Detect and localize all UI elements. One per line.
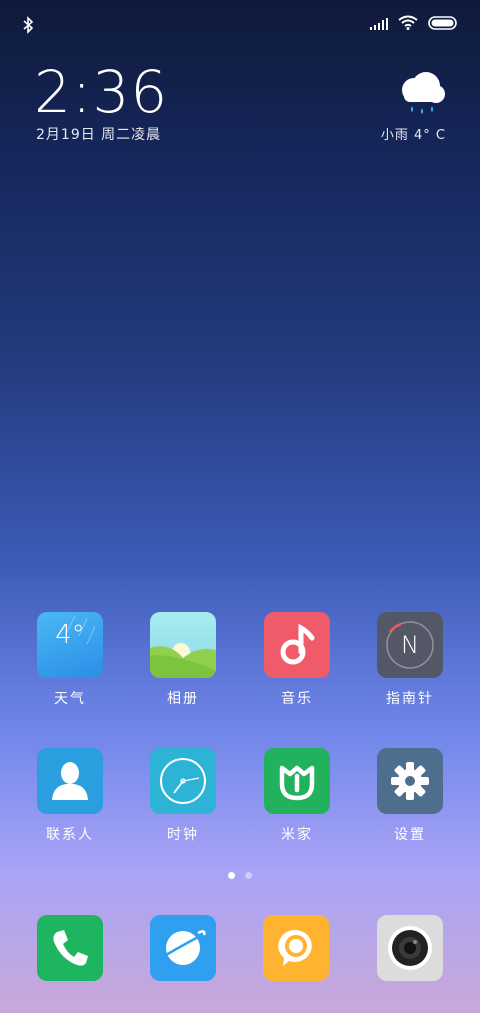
dock-messages[interactable] xyxy=(263,915,329,981)
app-label: 音乐 xyxy=(281,691,313,707)
page-dot-1[interactable] xyxy=(228,872,235,879)
contacts-app-icon xyxy=(37,748,103,814)
weather-widget[interactable] xyxy=(392,68,448,122)
app-label: 相册 xyxy=(167,691,199,707)
app-label: 设置 xyxy=(394,827,426,843)
app-contacts[interactable]: 联系人 xyxy=(15,748,125,844)
message-bubble-icon xyxy=(263,929,329,985)
clock-date: 2月19日 周二凌晨 xyxy=(36,127,162,143)
app-weather[interactable]: 4° 天气 xyxy=(15,612,125,708)
bluetooth-icon xyxy=(22,16,34,38)
weather-app-icon: 4° xyxy=(37,612,103,678)
page-dot-2[interactable] xyxy=(245,872,252,879)
page-indicator xyxy=(0,872,480,879)
status-bar xyxy=(0,0,480,50)
clock-app-icon xyxy=(150,748,216,814)
rain-cloud-icon xyxy=(392,72,448,122)
app-settings[interactable]: 设置 xyxy=(355,748,465,844)
app-label: 联系人 xyxy=(46,827,94,843)
camera-icon xyxy=(377,926,443,985)
dock-camera[interactable] xyxy=(377,915,443,981)
app-music[interactable]: 音乐 xyxy=(242,612,352,708)
dock-phone[interactable] xyxy=(37,915,103,981)
battery-icon xyxy=(428,15,458,34)
app-label: 指南针 xyxy=(386,691,434,707)
weather-summary: 小雨 4° C xyxy=(380,128,446,143)
gallery-app-icon xyxy=(150,612,216,678)
phone-icon xyxy=(37,930,103,985)
compass-tile-letter: N xyxy=(401,631,419,659)
music-app-icon xyxy=(264,612,330,678)
compass-app-icon: N xyxy=(377,612,443,678)
dock-browser[interactable] xyxy=(150,915,216,981)
weather-tile-temp: 4° xyxy=(55,620,85,650)
settings-app-icon xyxy=(377,748,443,814)
clock-time[interactable]: 2:36 xyxy=(34,58,168,126)
mijia-app-icon xyxy=(264,748,330,814)
app-gallery[interactable]: 相册 xyxy=(128,612,238,708)
app-label: 时钟 xyxy=(167,827,199,843)
browser-icon xyxy=(150,930,216,985)
app-clock[interactable]: 时钟 xyxy=(128,748,238,844)
app-label: 天气 xyxy=(54,691,86,707)
signal-icon xyxy=(370,15,388,34)
app-mijia[interactable]: 米家 xyxy=(242,748,352,844)
wifi-icon xyxy=(398,15,418,34)
app-compass[interactable]: N 指南针 xyxy=(355,612,465,708)
app-label: 米家 xyxy=(281,827,313,843)
